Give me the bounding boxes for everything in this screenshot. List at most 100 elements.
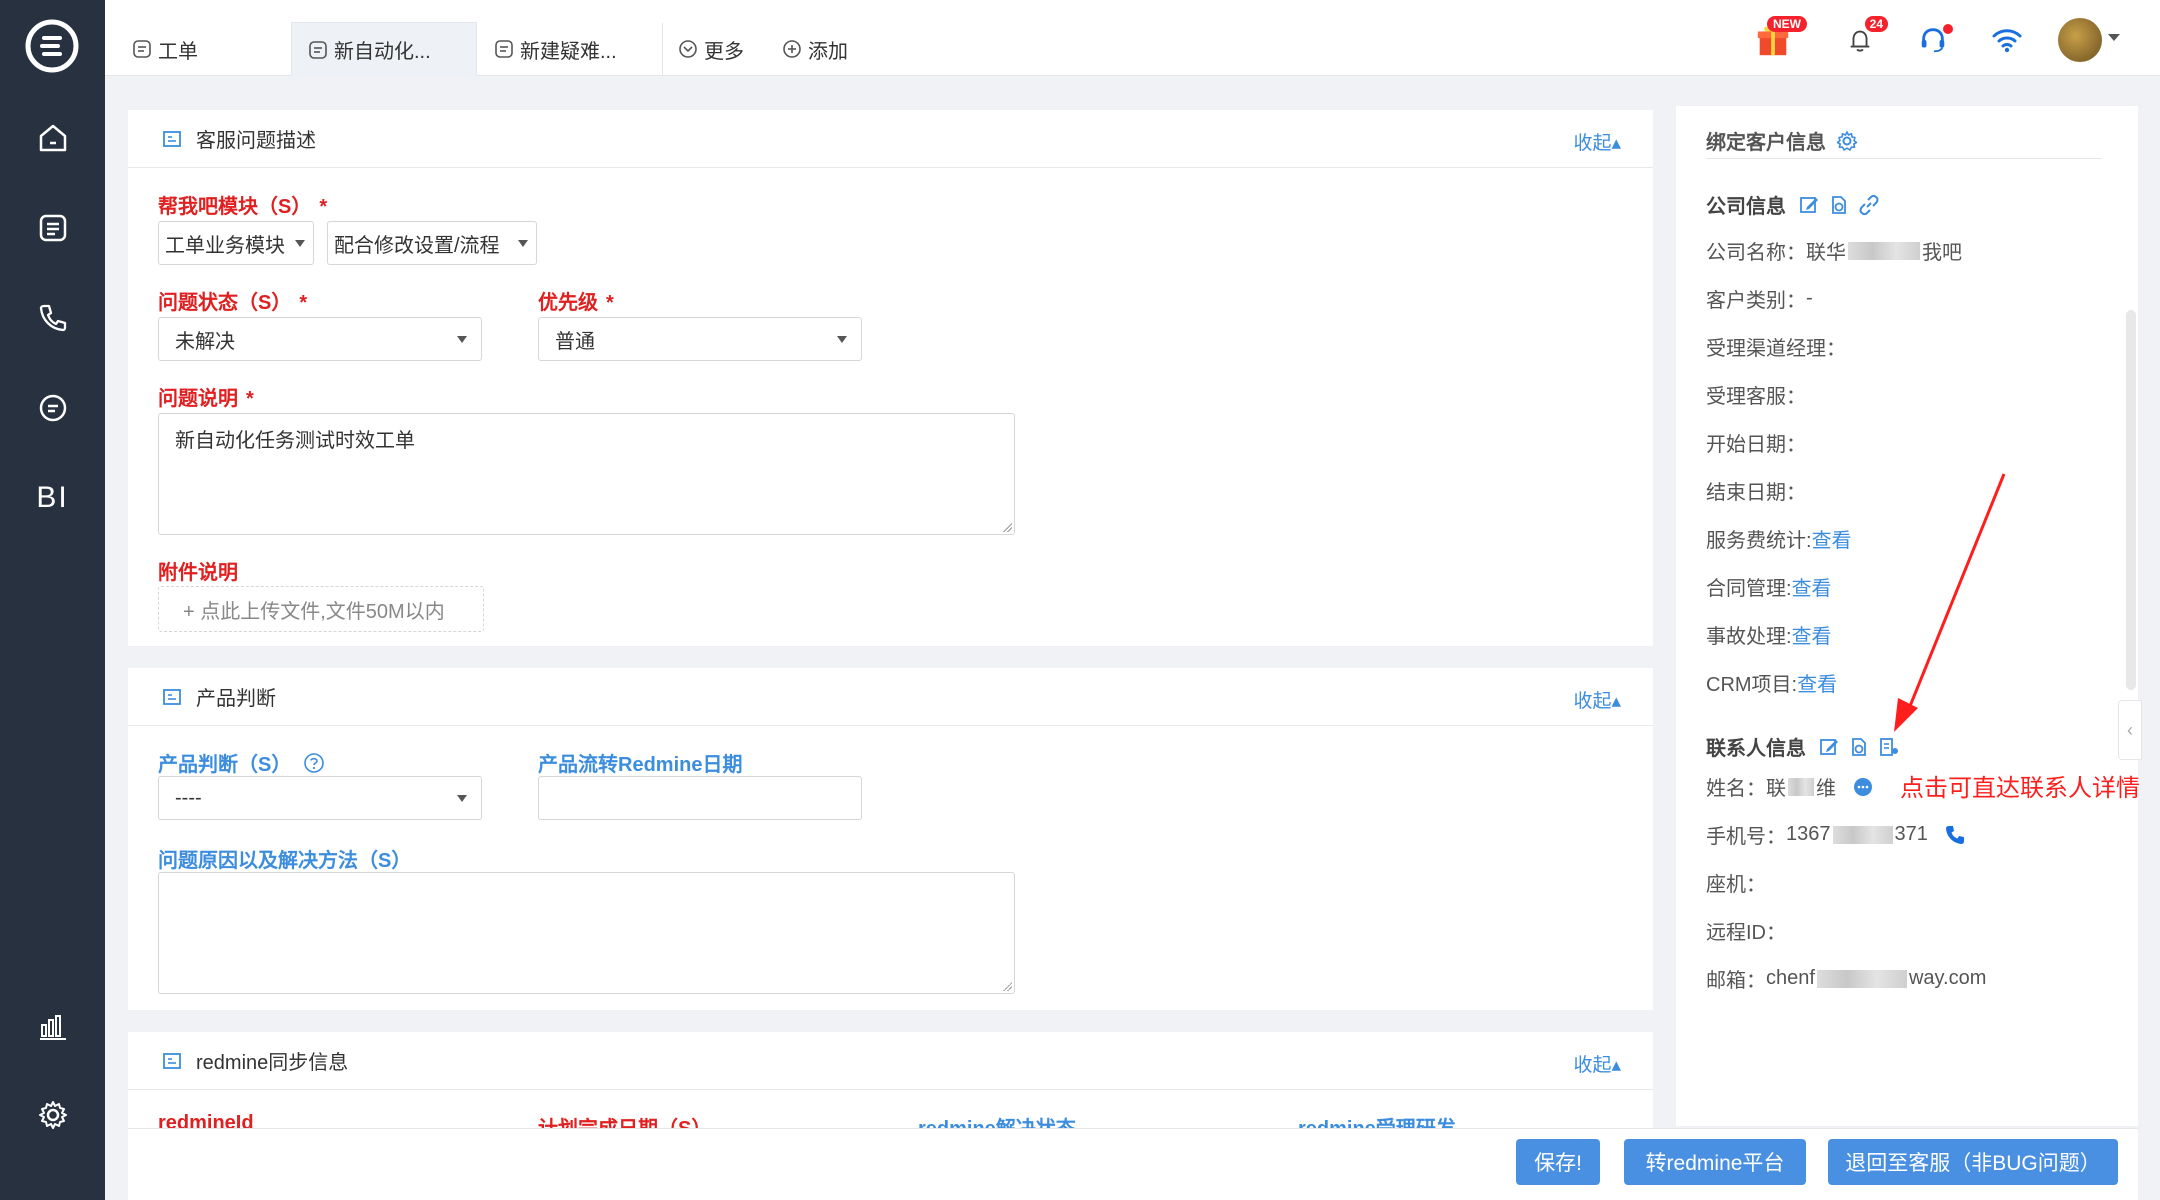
description-textarea[interactable]: 新自动化任务测试时效工单 [158,413,1015,535]
help-icon[interactable] [303,752,325,774]
bi-nav-item[interactable]: BI [0,468,105,528]
upload-button[interactable]: + 点此上传文件,文件50M以内 [158,586,484,632]
doc-icon [309,40,327,59]
mobile-row: 手机号： 1367 371 [1706,820,1966,849]
service-agent-row: 受理客服： [1706,386,1806,408]
new-badge: NEW [1767,16,1807,32]
contract-view-link[interactable]: 查看 [1792,572,1832,601]
landline-row: 座机： [1706,874,1766,896]
product-collapse-button[interactable]: 收起▴ [1573,686,1621,713]
incident-row: 事故处理: 查看 [1706,620,1832,649]
service-fee-row: 服务费统计: 查看 [1706,524,1852,553]
fee-view-link[interactable]: 查看 [1812,524,1852,553]
annotation-arrow [1894,473,2006,732]
add-label: 添加 [808,40,848,63]
gear-icon[interactable] [1836,130,1858,152]
redmine-collapse-button[interactable]: 收起▴ [1573,1050,1621,1077]
sync-doc-icon[interactable] [1828,194,1850,216]
wifi-icon[interactable] [1985,18,2029,62]
company-info-section: 公司信息 [1706,190,1880,219]
add-tab-button[interactable]: 添加 [782,22,848,76]
more-button[interactable]: 更多 [678,22,744,76]
scrollbar[interactable] [2126,310,2136,690]
status-label: 问题状态（S） * [158,292,308,314]
module-select-2[interactable]: 配合修改设置/流程 [327,221,537,265]
tab-ticket[interactable]: 工单 [115,22,297,76]
cause-label: 问题原因以及解决方法（S） [158,850,412,872]
redmine-panel-header: redmine同步信息 收起▴ [128,1032,1653,1090]
tab-label: 工单 [158,40,198,63]
chevron-left-icon[interactable]: ‹ [2118,700,2142,760]
return-to-service-button[interactable]: 退回至客服（非BUG问题） [1828,1139,2118,1185]
module-select-1[interactable]: 工单业务模块 [158,221,314,265]
link-icon[interactable] [1858,194,1880,216]
redmine-id-label: redmineId [158,1112,254,1128]
tab-label: 新自动化... [334,41,431,63]
start-date-row: 开始日期： [1706,434,1806,456]
status-select[interactable]: 未解决 [158,317,482,361]
redmine-dev-label: redmine受理研发 [1298,1112,1456,1128]
contact-info-section: 联系人信息 [1706,732,1900,761]
save-button[interactable]: 保存! [1516,1139,1600,1185]
redmine-sync-panel: redmine同步信息 收起▴ redmineId 计划完成日期（S） redm… [128,1032,1653,1128]
phone-icon[interactable] [0,288,105,348]
notification-count-badge: 24 [1864,16,1888,32]
doc-icon [495,40,513,58]
remote-id-row: 远程ID： [1706,922,1786,944]
plus-circle-icon [783,40,801,58]
action-bar: 保存! 转redmine平台 退回至客服（非BUG问题） [128,1128,2138,1200]
app-logo-icon[interactable] [22,16,82,76]
product-judgment-select[interactable]: ---- [158,776,482,820]
plan-date-label: 计划完成日期（S） [538,1112,711,1128]
crm-view-link[interactable]: 查看 [1797,668,1837,697]
divider [1706,158,2102,159]
phone-icon[interactable] [1944,824,1966,846]
customer-category-row: 客户类别： - [1706,287,1813,312]
attachment-label: 附件说明 [158,562,238,584]
priority-label: 优先级 * [538,292,614,314]
section-icon [163,688,181,705]
tab-new-difficult[interactable]: 新建疑难... [477,22,663,76]
chat-icon[interactable] [0,378,105,438]
contract-row: 合同管理: 查看 [1706,572,1832,601]
email-row: 邮箱： chenf way.com [1706,967,1987,992]
headset-icon[interactable] [1911,18,1955,62]
cause-textarea[interactable] [158,872,1015,994]
edit-icon[interactable] [1798,194,1820,216]
issue-collapse-button[interactable]: 收起▴ [1573,128,1621,155]
doc-icon [133,40,151,58]
chevron-circle-icon [679,40,697,58]
tab-new-automation[interactable]: 新自动化... [291,22,477,76]
redmine-date-input[interactable] [538,776,862,820]
sync-doc-icon[interactable] [1848,736,1870,758]
issue-description-panel: 客服问题描述 收起▴ 帮我吧模块（S） * 工单业务模块 配合修改设置/流程 问题… [128,110,1653,646]
tab-label: 新建疑难... [520,40,617,63]
bar-chart-icon[interactable] [0,996,105,1056]
list-icon[interactable] [0,198,105,258]
incident-view-link[interactable]: 查看 [1792,620,1832,649]
chat-bubble-icon[interactable] [1852,776,1874,798]
home-icon[interactable] [0,108,105,168]
end-date-row: 结束日期： [1706,482,1806,504]
edit-icon[interactable] [1818,736,1840,758]
product-judgment-panel: 产品判断 收起▴ 产品判断（S） ---- 产品流转Redmine日期 问题原因… [128,668,1653,1010]
gear-icon[interactable] [0,1085,105,1145]
gift-icon[interactable]: NEW [1751,16,1807,62]
module-label: 帮我吧模块（S） * [158,196,328,218]
chevron-down-icon[interactable] [2108,34,2120,41]
contact-name-row: 姓名：联维 [1706,772,1874,801]
to-redmine-button[interactable]: 转redmine平台 [1624,1139,1806,1185]
channel-manager-row: 受理渠道经理： [1706,338,1846,360]
redmine-date-label: 产品流转Redmine日期 [538,754,743,776]
bi-label: BI [36,481,69,514]
redmine-status-label: redmine解决状态 [918,1112,1076,1128]
company-name-row: 公司名称： 联华 我吧 [1706,241,1962,264]
section-icon [163,1052,181,1069]
headset-dot [1943,24,1953,34]
avatar[interactable] [2058,18,2102,62]
issue-panel-header: 客服问题描述 收起▴ [128,110,1653,168]
customer-info-title: 绑定客户信息 [1706,126,1858,155]
bell-icon[interactable]: 24 [1838,16,1888,62]
priority-select[interactable]: 普通 [538,317,862,361]
sidebar: BI [0,0,105,1200]
